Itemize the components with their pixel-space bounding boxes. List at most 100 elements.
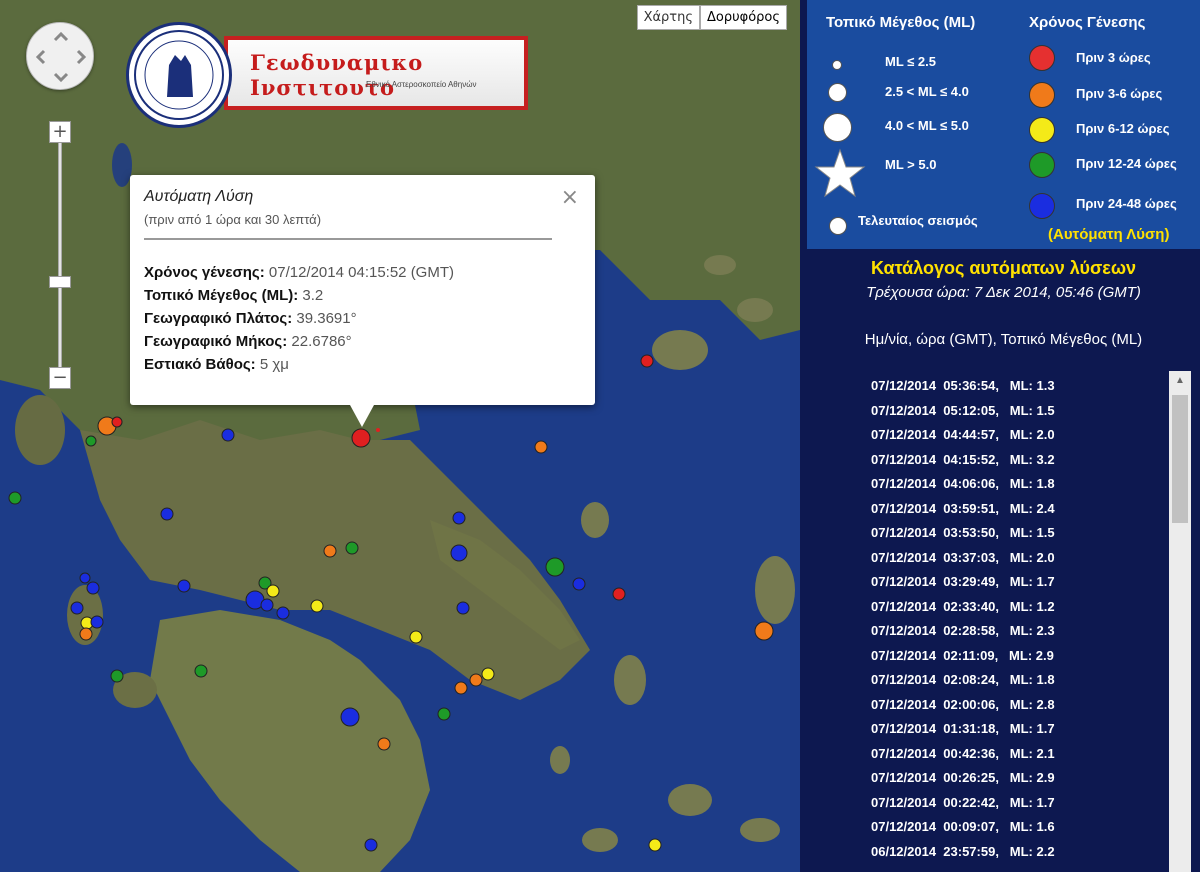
catalog-row[interactable]: 07/12/2014 02:11:09, ML: 2.9 [871, 648, 1161, 673]
catalog-header: Ημ/νία, ώρα (GMT), Τοπικό Μέγεθος (ML) [864, 331, 1143, 348]
catalog-row[interactable]: 07/12/2014 03:29:49, ML: 1.7 [871, 574, 1161, 599]
catalog-row[interactable]: 07/12/2014 04:44:57, ML: 2.0 [871, 427, 1161, 452]
logo-title: Γεωδυναμικο Ινστιτουτο [250, 50, 424, 100]
quake-marker [454, 681, 468, 695]
map-type-satellite-button[interactable]: Δορυφόρος [700, 5, 787, 30]
catalog-row[interactable]: 07/12/2014 00:42:36, ML: 2.1 [871, 746, 1161, 771]
catalog-row[interactable]: 07/12/2014 00:22:42, ML: 1.7 [871, 795, 1161, 820]
quake-marker [90, 615, 104, 629]
map-type-switch: Χάρτης Δορυφόρος [636, 5, 787, 30]
legend-time-label: Πριν 12-24 ώρες [1076, 156, 1177, 171]
quake-marker [86, 581, 100, 595]
quake-marker [340, 707, 360, 727]
quake-marker [266, 584, 280, 598]
catalog-row[interactable]: 07/12/2014 04:15:52, ML: 3.2 [871, 452, 1161, 477]
quake-marker [160, 507, 174, 521]
map-terrain [0, 0, 800, 872]
legend-magnitude-label: ML > 5.0 [885, 157, 937, 172]
popup-field-depth: Εστιακό Βάθος: 5 χμ [144, 356, 289, 373]
catalog-row[interactable]: 07/12/2014 01:31:18, ML: 1.7 [871, 721, 1161, 746]
popup-fields: Χρόνος γένεσης: 07/12/2014 04:15:52 (GMT… [144, 261, 454, 376]
side-panel: Τοπικό Μέγεθος (ML) Χρόνος Γένεσης ML ≤ … [807, 0, 1200, 872]
catalog-list: 07/12/2014 05:36:54, ML: 1.3 07/12/2014 0… [871, 378, 1161, 868]
catalog-row[interactable]: 06/12/2014 23:57:59, ML: 2.2 [871, 844, 1161, 869]
time-orange-icon [1029, 82, 1055, 108]
catalog-row[interactable]: 07/12/2014 05:36:54, ML: 1.3 [871, 378, 1161, 403]
catalog-row[interactable]: 07/12/2014 00:09:07, ML: 1.6 [871, 819, 1161, 844]
quake-marker [648, 838, 662, 852]
popup-title: Αυτόματη Λύση [144, 188, 254, 205]
quake-marker [452, 511, 466, 525]
quake-marker [79, 627, 93, 641]
quake-marker [364, 838, 378, 852]
quake-marker [456, 601, 470, 615]
catalog-title: Κατάλογος αυτόματων λύσεων [870, 258, 1137, 278]
legend-magnitude-label: 4.0 < ML ≤ 5.0 [885, 118, 969, 133]
magnitude-large-icon [823, 113, 852, 142]
logo-banner: Γεωδυναμικο Ινστιτουτο Εθνικό Αστεροσκοπ… [224, 36, 528, 110]
catalog-row[interactable]: 07/12/2014 05:12:05, ML: 1.5 [871, 403, 1161, 428]
zoom-slider-handle[interactable] [49, 276, 71, 288]
scroll-up-icon[interactable]: ▲ [1169, 371, 1191, 391]
catalog-row[interactable]: 07/12/2014 03:37:03, ML: 2.0 [871, 550, 1161, 575]
legend-time-label: Πριν 3-6 ώρες [1076, 86, 1163, 101]
quake-marker [450, 544, 468, 562]
legend-time-label: Πριν 3 ώρες [1076, 50, 1151, 65]
time-yellow-icon [1029, 117, 1055, 143]
quake-marker [177, 579, 191, 593]
zoom-slider-track[interactable] [58, 130, 62, 380]
time-red-icon [1029, 45, 1055, 71]
quake-marker [323, 544, 337, 558]
quake-marker [376, 428, 380, 432]
catalog-row[interactable]: 07/12/2014 00:26:25, ML: 2.9 [871, 770, 1161, 795]
catalog-row[interactable]: 07/12/2014 02:08:24, ML: 1.8 [871, 672, 1161, 697]
quake-marker [8, 491, 22, 505]
zoom-out-button[interactable]: − [49, 367, 71, 389]
quake-marker [545, 557, 565, 577]
latest-quake-icon [829, 217, 847, 235]
quake-marker [612, 587, 626, 601]
quake-marker [469, 673, 483, 687]
popup-divider [144, 238, 552, 240]
legend-magnitude-title: Τοπικό Μέγεθος (ML) [826, 14, 976, 31]
quake-marker [70, 601, 84, 615]
catalog-row[interactable]: 07/12/2014 04:06:06, ML: 1.8 [871, 476, 1161, 501]
quake-marker [111, 416, 123, 428]
catalog-row[interactable]: 07/12/2014 03:53:50, ML: 1.5 [871, 525, 1161, 550]
quake-marker [79, 572, 91, 584]
popup-field-longitude: Γεωγραφικό Μήκος: 22.6786° [144, 333, 352, 350]
observatory-seal-icon [126, 22, 232, 128]
legend-magnitude-label: Τελευταίος σεισμός [858, 213, 978, 228]
popup-field-origin-time: Χρόνος γένεσης: 07/12/2014 04:15:52 (GMT… [144, 264, 455, 281]
quake-marker [110, 669, 124, 683]
quake-marker [572, 577, 586, 591]
quake-marker [351, 428, 371, 448]
quake-marker [310, 599, 324, 613]
catalog-row[interactable]: 07/12/2014 02:28:58, ML: 2.3 [871, 623, 1161, 648]
pan-arrows-icon [35, 31, 87, 83]
magnitude-small-icon [832, 60, 842, 70]
zoom-in-button[interactable]: + [49, 121, 71, 143]
popup-subtitle: (πριν από 1 ώρα και 30 λεπτά) [144, 212, 322, 227]
scrollbar-thumb[interactable] [1172, 395, 1188, 523]
catalog-scrollbar[interactable]: ▲ [1169, 371, 1191, 872]
earthquake-map-app: Χάρτης Δορυφόρος + − Γεωδυναμικο Ινστιτο… [0, 0, 1200, 872]
map-type-map-button[interactable]: Χάρτης [636, 5, 700, 30]
catalog-row[interactable]: 07/12/2014 02:33:40, ML: 1.2 [871, 599, 1161, 624]
pan-control[interactable] [26, 22, 94, 90]
catalog-row[interactable]: 07/12/2014 03:59:51, ML: 2.4 [871, 501, 1161, 526]
legend-time-title: Χρόνος Γένεσης [1029, 14, 1146, 31]
quake-marker [754, 621, 774, 641]
quake-marker [260, 598, 274, 612]
legend-time-label: Πριν 24-48 ώρες [1076, 196, 1177, 211]
map-canvas[interactable]: Χάρτης Δορυφόρος + − Γεωδυναμικο Ινστιτο… [0, 0, 800, 872]
quake-marker [481, 667, 495, 681]
quake-marker [194, 664, 208, 678]
popup-close-icon[interactable]: × [561, 185, 579, 210]
quake-marker [437, 707, 451, 721]
catalog-row[interactable]: 07/12/2014 02:00:06, ML: 2.8 [871, 697, 1161, 722]
quake-marker [377, 737, 391, 751]
catalog-current-time: Τρέχουσα ώρα: 7 Δεκ 2014, 05:46 (GMT) [866, 284, 1141, 301]
popup-field-latitude: Γεωγραφικό Πλάτος: 39.3691° [144, 310, 357, 327]
legend: Τοπικό Μέγεθος (ML) Χρόνος Γένεσης ML ≤ … [807, 0, 1200, 249]
